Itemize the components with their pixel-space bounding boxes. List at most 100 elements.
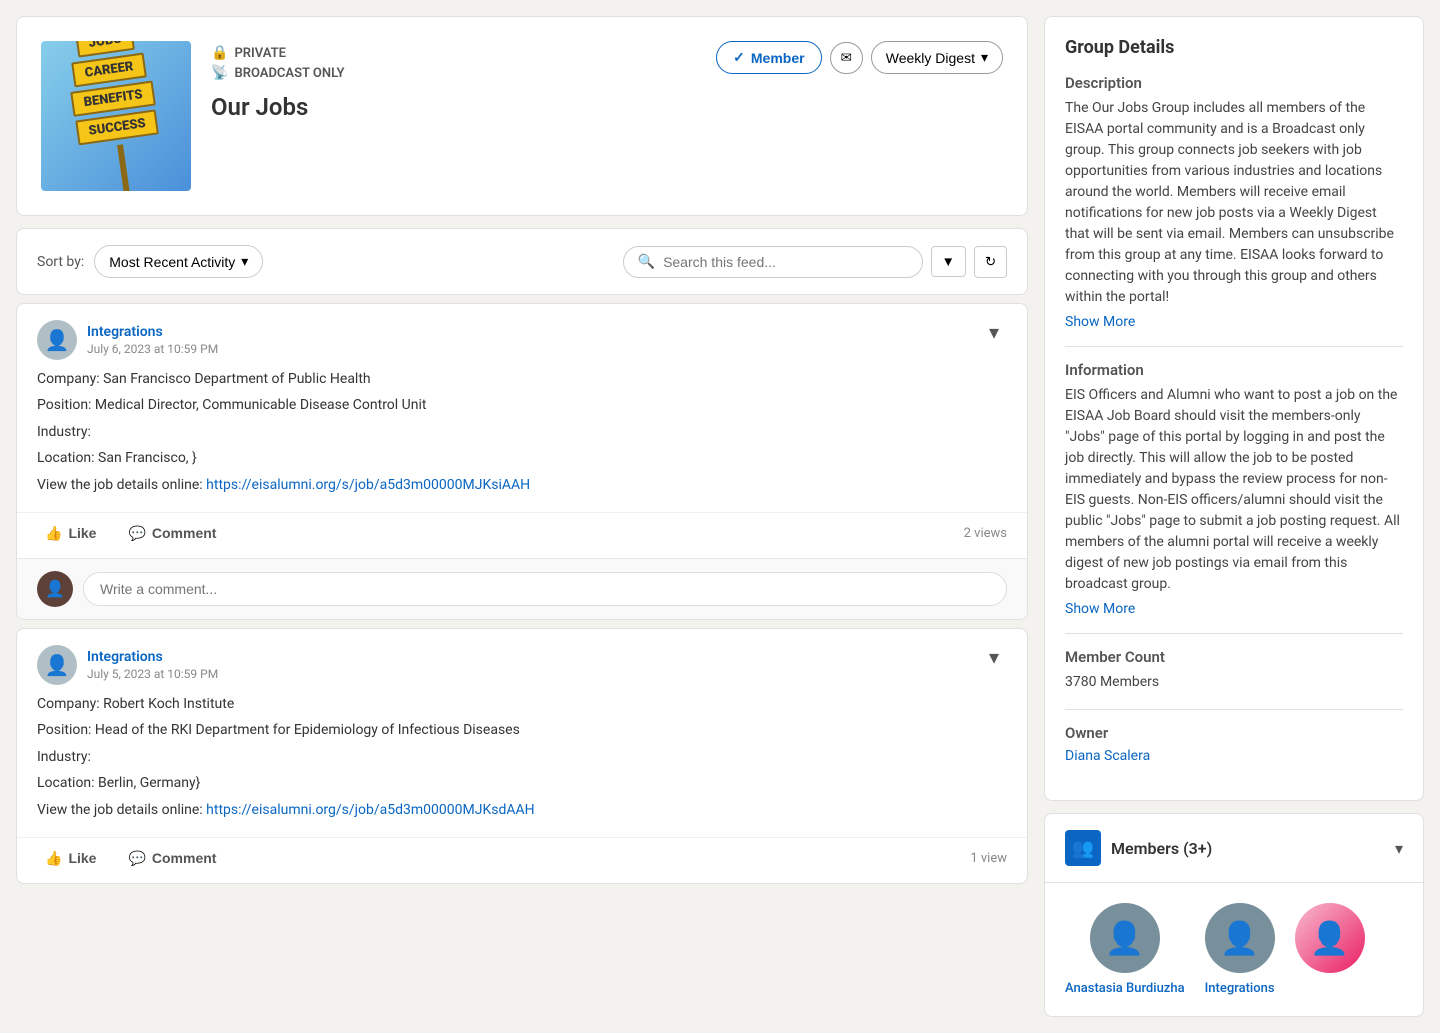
post-industry-1: Industry: [37, 421, 1007, 443]
show-more-link-1[interactable]: Show More [1065, 314, 1403, 330]
views-count-1: 2 views [964, 526, 1007, 541]
broadcast-label: BROADCAST ONLY [234, 66, 344, 81]
like-button-1[interactable]: 👍 Like [37, 521, 104, 546]
author-date-2: July 5, 2023 at 10:59 PM [87, 667, 218, 681]
post-menu-button-2[interactable]: ▾ [981, 645, 1007, 670]
group-meta: 🔒 PRIVATE 📡 BROADCAST ONLY Our Jobs [211, 41, 344, 121]
divider-1 [1065, 346, 1403, 347]
member-item-2: 👤 Integrations [1205, 903, 1275, 996]
like-button-2[interactable]: 👍 Like [37, 846, 104, 871]
member-button[interactable]: ✓ Member [716, 41, 821, 74]
post-body-1: Company: San Francisco Department of Pub… [17, 368, 1027, 512]
broadcast-tag: 📡 BROADCAST ONLY [211, 65, 344, 81]
member-name-2[interactable]: Integrations [1205, 981, 1275, 996]
members-title-text: Members (3+) [1111, 839, 1212, 858]
post-link-label-1: View the job details online: https://eis… [37, 474, 1007, 496]
sort-label: Sort by: [37, 254, 84, 270]
post-author-1: 👤 Integrations July 6, 2023 at 10:59 PM [37, 320, 218, 360]
refresh-button[interactable]: ↻ [974, 246, 1007, 278]
search-icon: 🔍 [638, 254, 655, 270]
information-title: Information [1065, 361, 1403, 379]
action-buttons-2: 👍 Like 💬 Comment [37, 846, 224, 871]
post-location-2: Location: Berlin, Germany} [37, 772, 1007, 794]
comment-icon-2: 💬 [128, 850, 145, 867]
post-position-1: Position: Medical Director, Communicable… [37, 394, 1007, 416]
search-box[interactable]: 🔍 [623, 246, 923, 278]
post-header-1: 👤 Integrations July 6, 2023 at 10:59 PM … [17, 304, 1027, 368]
search-input[interactable] [663, 254, 908, 270]
members-icon: 👥 [1065, 830, 1101, 866]
member-count-section: Member Count 3780 Members [1065, 648, 1403, 693]
post-body-2: Company: Robert Koch Institute Position:… [17, 693, 1027, 837]
comment-section-1: 👤 [17, 558, 1027, 619]
sort-value: Most Recent Activity [109, 254, 235, 270]
action-buttons-1: 👍 Like 💬 Comment [37, 521, 224, 546]
comment-input-1[interactable] [83, 572, 1007, 606]
like-icon-1: 👍 [45, 525, 62, 542]
post-card-1: 👤 Integrations July 6, 2023 at 10:59 PM … [16, 303, 1028, 620]
member-name-1[interactable]: Anastasia Burdiuzha [1065, 981, 1185, 996]
owner-section: Owner Diana Scalera [1065, 724, 1403, 764]
group-header-left: JOBS CAREER BENEFITS SUCCESS 🔒 PRIVATE [41, 41, 344, 191]
filter-button[interactable]: ▼ [931, 246, 966, 277]
group-image: JOBS CAREER BENEFITS SUCCESS [41, 41, 191, 191]
author-name-2[interactable]: Integrations [87, 649, 218, 665]
divider-3 [1065, 709, 1403, 710]
refresh-icon: ↻ [985, 254, 996, 269]
group-header-right: ✓ Member ✉ Weekly Digest ▾ [716, 41, 1003, 74]
member-avatar-1: 👤 [1090, 903, 1160, 973]
post-header-2: 👤 Integrations July 5, 2023 at 10:59 PM … [17, 629, 1027, 693]
avatar-1: 👤 [37, 320, 77, 360]
author-info-1: Integrations July 6, 2023 at 10:59 PM [87, 324, 218, 356]
description-section: Description The Our Jobs Group includes … [1065, 74, 1403, 330]
comment-label-1: Comment [152, 525, 217, 541]
members-chevron-icon[interactable]: ▾ [1395, 839, 1403, 858]
main-content: JOBS CAREER BENEFITS SUCCESS 🔒 PRIVATE [16, 16, 1028, 1017]
group-details-card: Group Details Description The Our Jobs G… [1044, 16, 1424, 801]
owner-title: Owner [1065, 724, 1403, 742]
filter-icon: ▼ [942, 254, 955, 269]
like-label-2: Like [68, 850, 96, 866]
sort-dropdown[interactable]: Most Recent Activity ▾ [94, 245, 263, 278]
member-count-value: 3780 Members [1065, 672, 1403, 693]
post-company-1: Company: San Francisco Department of Pub… [37, 368, 1007, 390]
post-menu-button-1[interactable]: ▾ [981, 320, 1007, 345]
divider-2 [1065, 633, 1403, 634]
group-header-card: JOBS CAREER BENEFITS SUCCESS 🔒 PRIVATE [16, 16, 1028, 216]
comment-icon-1: 💬 [128, 525, 145, 542]
group-name: Our Jobs [211, 93, 344, 121]
digest-button[interactable]: Weekly Digest ▾ [871, 41, 1003, 74]
avatar-2: 👤 [37, 645, 77, 685]
post-link-url-2[interactable]: https://eisalumni.org/s/job/a5d3m00000MJ… [206, 802, 534, 818]
author-date-1: July 6, 2023 at 10:59 PM [87, 342, 218, 356]
sort-section: Sort by: Most Recent Activity ▾ [37, 245, 263, 278]
group-meta-tags: 🔒 PRIVATE 📡 BROADCAST ONLY [211, 45, 344, 81]
search-section: 🔍 ▼ ↻ [623, 246, 1007, 278]
information-section: Information EIS Officers and Alumni who … [1065, 361, 1403, 617]
member-avatar-2: 👤 [1205, 903, 1275, 973]
group-details-title: Group Details [1065, 37, 1403, 58]
right-sidebar: Group Details Description The Our Jobs G… [1044, 16, 1424, 1017]
sort-chevron-icon: ▾ [241, 253, 248, 270]
owner-name[interactable]: Diana Scalera [1065, 748, 1403, 764]
post-company-2: Company: Robert Koch Institute [37, 693, 1007, 715]
comment-button-2[interactable]: 💬 Comment [120, 846, 224, 871]
post-industry-2: Industry: [37, 746, 1007, 768]
show-more-link-2[interactable]: Show More [1065, 601, 1403, 617]
broadcast-icon: 📡 [211, 65, 228, 81]
description-title: Description [1065, 74, 1403, 92]
like-icon-2: 👍 [45, 850, 62, 867]
post-link-url-1[interactable]: https://eisalumni.org/s/job/a5d3m00000MJ… [206, 477, 530, 493]
members-card: 👥 Members (3+) ▾ 👤 Anastasia Burdiuzha 👤… [1044, 813, 1424, 1017]
comment-button-1[interactable]: 💬 Comment [120, 521, 224, 546]
views-count-2: 1 view [970, 851, 1007, 866]
sign-post [117, 144, 131, 191]
mail-button[interactable]: ✉ [830, 42, 863, 74]
post-link-label-2: View the job details online: https://eis… [37, 799, 1007, 821]
post-actions-2: 👍 Like 💬 Comment 1 view [17, 837, 1027, 883]
mail-icon: ✉ [841, 50, 852, 66]
author-name-1[interactable]: Integrations [87, 324, 218, 340]
post-actions-1: 👍 Like 💬 Comment 2 views [17, 512, 1027, 558]
post-card-2: 👤 Integrations July 5, 2023 at 10:59 PM … [16, 628, 1028, 884]
checkmark-icon: ✓ [733, 49, 745, 66]
